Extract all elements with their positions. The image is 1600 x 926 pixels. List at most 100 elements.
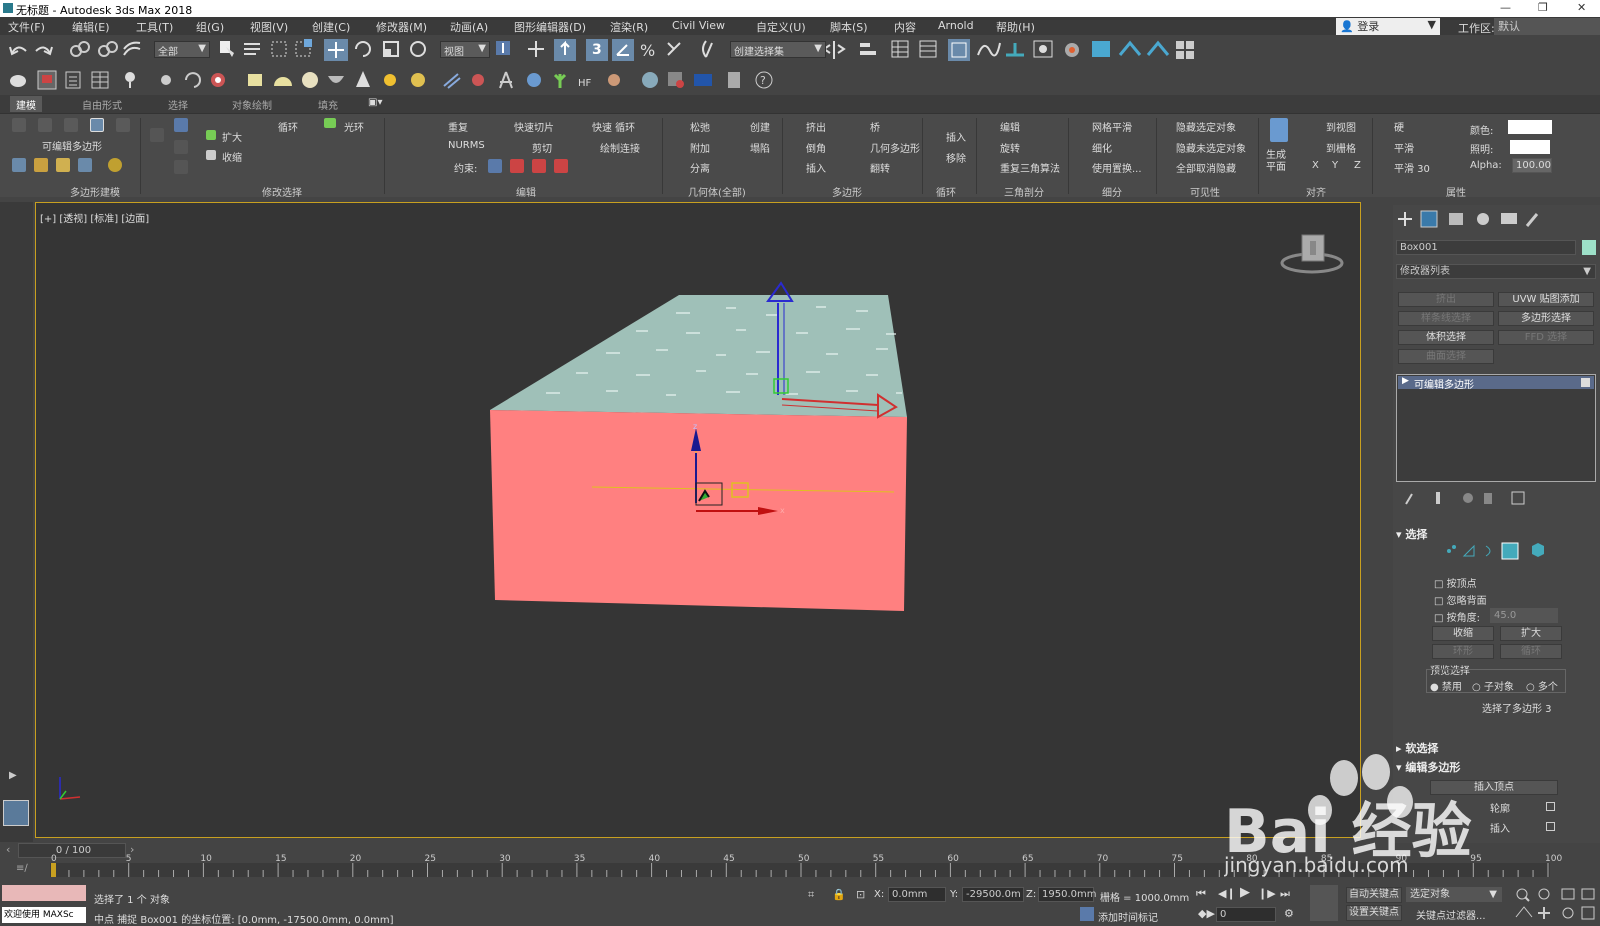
planar-y-button[interactable]: Y (1332, 160, 1338, 171)
material-editor-icon[interactable] (1033, 40, 1053, 58)
particles-icon[interactable] (443, 73, 461, 89)
group-modify-selection[interactable]: 修改选择 (262, 184, 302, 199)
box-top-face[interactable] (490, 295, 907, 417)
link-icon[interactable] (70, 41, 90, 57)
align-icon[interactable] (860, 43, 876, 55)
mod-splinesel-button[interactable]: 样条线选择 (1398, 311, 1494, 326)
box-prim-icon[interactable] (248, 74, 262, 86)
alpha-field[interactable]: 100.00 (1512, 158, 1552, 173)
user-signin[interactable]: 👤 登录 ▼ (1336, 18, 1440, 35)
select-by-name-icon[interactable] (244, 43, 260, 55)
constraint-edge-icon[interactable] (510, 159, 524, 173)
workspace-dropdown[interactable]: 默认 (1494, 18, 1600, 35)
maximize-viewport-icon[interactable] (1581, 906, 1595, 920)
tab-object-paint[interactable]: 对象绘制 (226, 96, 278, 112)
render-iterative-icon[interactable] (1146, 40, 1170, 56)
select-similar-icon[interactable] (150, 128, 164, 142)
flip-button[interactable]: 翻转 (870, 160, 890, 175)
scale-icon[interactable] (383, 41, 399, 57)
modifier-list-dropdown[interactable]: 修改器列表 ▼ (1396, 264, 1596, 279)
color-swatch[interactable] (1508, 120, 1552, 134)
create-button[interactable]: 创建 (750, 119, 770, 134)
remove-modifier-icon[interactable] (1484, 493, 1492, 504)
edit-tri-button[interactable]: 编辑 (1000, 119, 1020, 134)
group-polygon-modeling[interactable]: 多边形建模 (70, 184, 120, 199)
to-view-button[interactable]: 到视图 (1326, 119, 1356, 134)
select-manipulate-icon[interactable] (528, 41, 544, 57)
group-geometry-all[interactable]: 几何体(全部) (688, 184, 746, 199)
preview-subobj-radio[interactable]: ○ 子对象 (1472, 678, 1514, 693)
stack-toggle-icon[interactable] (1581, 378, 1590, 387)
edge-mode-icon[interactable] (38, 118, 52, 132)
grow-button[interactable]: 扩大 (222, 129, 242, 144)
sun-icon[interactable] (384, 74, 396, 86)
preview-element-icon[interactable] (78, 158, 92, 172)
element-mode-icon[interactable] (116, 118, 130, 132)
tab-freeform[interactable]: 自由形式 (76, 96, 128, 112)
hair-icon[interactable]: HF (578, 78, 592, 89)
rect-selection-icon[interactable] (271, 41, 287, 57)
detach-button[interactable]: 分离 (690, 160, 710, 175)
constraint-none-icon[interactable] (488, 159, 502, 173)
dot-loop-icon[interactable] (174, 140, 188, 154)
sphere-yellow-icon[interactable] (411, 73, 425, 87)
sphere-blue-icon[interactable] (642, 72, 658, 88)
mod-volsel-button[interactable]: 体积选择 (1398, 330, 1494, 345)
inset-button[interactable]: 插入 (806, 160, 826, 175)
pivot-center-icon[interactable] (496, 41, 510, 55)
ribbon-options-icon[interactable]: ▣▾ (368, 97, 382, 108)
create-tab-icon[interactable] (1398, 212, 1412, 226)
relax-button[interactable]: 松弛 (690, 119, 710, 134)
border-mode-icon[interactable] (64, 118, 78, 132)
figure-icon[interactable] (499, 71, 513, 89)
key-filters-button[interactable]: 关键点过滤器... (1416, 907, 1486, 922)
pin-stack-icon[interactable] (1405, 493, 1413, 505)
globe-icon[interactable] (527, 73, 541, 87)
preview-edge-icon[interactable] (34, 158, 48, 172)
named-selection-sets[interactable]: 创建选择集 ▼ (730, 41, 826, 58)
hierarchy-tab-icon[interactable] (1449, 213, 1463, 225)
shrink-sel-button[interactable]: 收缩 (1432, 626, 1494, 641)
menu-views[interactable]: 视图(V) (250, 19, 288, 35)
paintconnect-button[interactable]: 绘制连接 (600, 140, 640, 155)
restore-icon[interactable]: ❐ (1538, 1, 1548, 14)
modify-tab-icon[interactable] (1420, 210, 1438, 228)
attach-button[interactable]: 附加 (690, 140, 710, 155)
repeat-button[interactable]: 重复 (448, 119, 468, 134)
remove-loop-button[interactable]: 移除 (946, 150, 966, 165)
polygon-mode-icon[interactable] (90, 118, 104, 132)
light-icon[interactable] (125, 72, 135, 88)
angle-field[interactable]: 45.0 (1490, 608, 1558, 623)
undo-icon[interactable] (9, 46, 27, 56)
retriangulate-button[interactable]: 重复三角算法 (1000, 160, 1060, 175)
select-object-icon[interactable] (220, 41, 234, 57)
lock-icon[interactable]: 🔒 (832, 888, 846, 901)
menu-create[interactable]: 创建(C) (312, 19, 350, 35)
spinner-snap-icon[interactable] (667, 42, 681, 56)
redo-icon[interactable] (35, 46, 53, 56)
curve-editor-icon[interactable] (977, 42, 1001, 57)
ring-sel-button[interactable]: 环形 (1432, 644, 1494, 659)
insert-loop-button[interactable]: 插入 (946, 129, 966, 144)
meshsmooth-button[interactable]: 网格平滑 (1092, 119, 1132, 134)
constraint-normal-icon[interactable] (554, 159, 568, 173)
bowl-icon[interactable] (328, 76, 344, 83)
preview-disabled-radio[interactable]: ● 禁用 (1430, 678, 1462, 693)
viewport-label[interactable]: [+] [透视] [标准] [边面] (40, 210, 149, 225)
selection-filter-dropdown[interactable]: 全部 ▼ (154, 41, 210, 58)
rollout-selection[interactable]: ▾ 选择 (1396, 526, 1427, 542)
window-crossing-icon[interactable] (295, 39, 312, 57)
menu-edit[interactable]: 编辑(E) (72, 19, 110, 35)
group-loops[interactable]: 循环 (936, 184, 956, 199)
move-icon[interactable] (324, 39, 348, 61)
preview-vertex-icon[interactable] (12, 158, 26, 172)
maxscript-input[interactable]: 欢迎使用 MAXSc (2, 907, 86, 923)
scene-explorer-icon[interactable] (919, 40, 937, 58)
goto-start-icon[interactable]: ⏮ (1196, 887, 1206, 901)
mod-polysel-button[interactable]: 多边形选择 (1498, 311, 1594, 326)
ribbon-toggle-icon[interactable] (948, 39, 970, 61)
ref-coord-dropdown[interactable]: 视图 ▼ (440, 41, 490, 58)
tab-populate[interactable]: 填充 (312, 96, 344, 112)
motion-tab-icon[interactable] (1477, 213, 1489, 225)
rotate-icon[interactable] (355, 41, 371, 57)
